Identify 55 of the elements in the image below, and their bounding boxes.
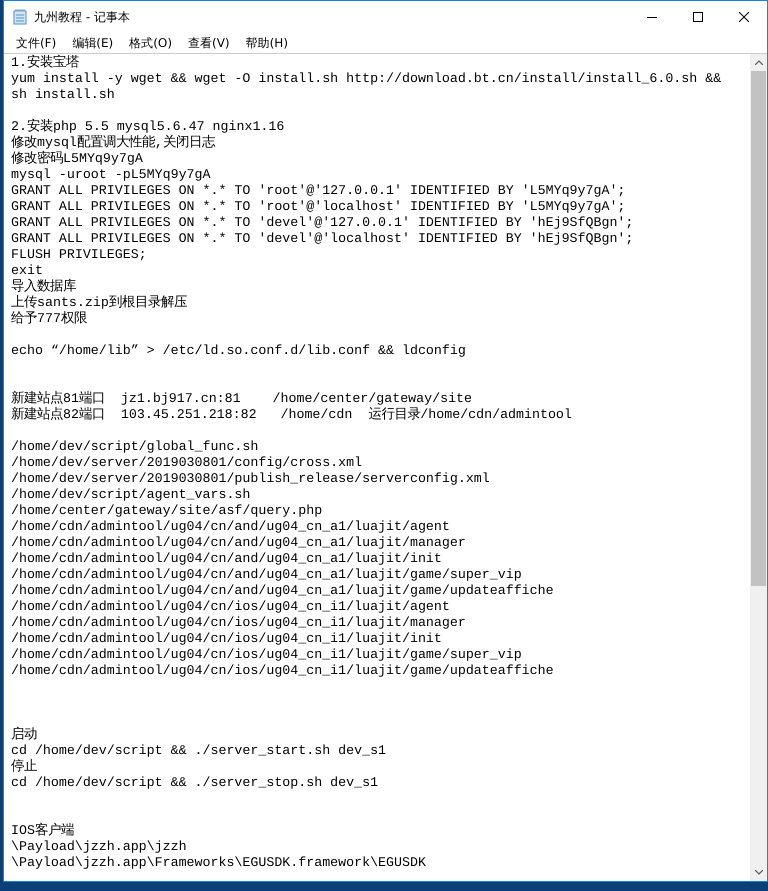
text-line: \Payload\jzzh.app\Frameworks\EGUSDK.framework\EGUSDK bbox=[11, 855, 426, 871]
text-line: cd /home/dev/script && ./server_start.sh dev_s1 bbox=[11, 743, 386, 758]
menu-item[interactable]: 编辑(E) bbox=[64, 33, 122, 53]
text-line: 上传sants.zip到根目录解压 bbox=[11, 295, 187, 311]
text-line: 新建站点81端口 jz1.bj917.cn:81 /home/center/gateway/site bbox=[11, 391, 472, 406]
menu-item[interactable]: 查看(V) bbox=[180, 33, 238, 53]
text-line: GRANT ALL PRIVILEGES ON *.* TO 'devel'@'localhost' IDENTIFIED BY 'hEj9SfQBgn'; bbox=[11, 231, 634, 247]
text-line: GRANT ALL PRIVILEGES ON *.* TO 'root'@'127.0.0.1' IDENTIFIED BY 'L5MYq9y7gA'; bbox=[11, 183, 626, 199]
text-line: /home/cdn/admintool/ug04/cn/ios/ug04_cn_i1/luajit/game/updateaffiche bbox=[11, 663, 554, 679]
scroll-thumb[interactable] bbox=[751, 71, 766, 586]
menu-item[interactable]: 文件(F) bbox=[8, 33, 64, 53]
text-line: cd /home/dev/script && ./server_stop.sh dev_s1 bbox=[11, 775, 378, 791]
text-line: /home/cdn/admintool/ug04/cn/and/ug04_cn_a1/luajit/agent bbox=[11, 519, 450, 535]
window-title: 九州教程 - 记事本 bbox=[34, 9, 131, 26]
text-line: /home/cdn/admintool/ug04/cn/and/ug04_cn_a1/luajit/game/updateaffiche bbox=[11, 583, 554, 599]
text-line: FLUSH PRIVILEGES; bbox=[11, 247, 147, 263]
text-line: GRANT ALL PRIVILEGES ON *.* TO 'devel'@'127.0.0.1' IDENTIFIED BY 'hEj9SfQBgn'; bbox=[11, 215, 634, 231]
text-line: 修改mysql配置调大性能,关闭日志 bbox=[11, 135, 215, 150]
text-line: GRANT ALL PRIVILEGES ON *.* TO 'root'@'localhost' IDENTIFIED BY 'L5MYq9y7gA'; bbox=[11, 199, 626, 215]
menu-item[interactable]: 帮助(H) bbox=[238, 33, 296, 53]
notepad-icon bbox=[12, 9, 28, 25]
text-line: 新建站点82端口 103.45.251.218:82 /home/cdn 运行目录/home/cdn/admintool bbox=[11, 407, 572, 423]
text-line: yum install -y wget && wget -O install.sh http://download.bt.cn/install/install_6.0.sh && bbox=[11, 71, 722, 87]
text-line: /home/cdn/admintool/ug04/cn/ios/ug04_cn_i1/luajit/agent bbox=[11, 599, 450, 615]
text-line: /home/cdn/admintool/ug04/cn/and/ug04_cn_a1/luajit/manager bbox=[11, 535, 466, 551]
text-line: mysql -uroot -pL5MYq9y7gA bbox=[11, 167, 210, 183]
text-line: /home/cdn/admintool/ug04/cn/ios/ug04_cn_i1/luajit/manager bbox=[11, 615, 466, 631]
scroll-up-icon bbox=[754, 60, 762, 65]
text-line: /home/dev/script/agent_vars.sh bbox=[11, 487, 250, 503]
text-line: 停止 bbox=[11, 759, 37, 775]
close-icon bbox=[739, 12, 749, 22]
text-line: /home/cdn/admintool/ug04/cn/ios/ug04_cn_i1/luajit/init bbox=[11, 631, 442, 647]
text-line: \Payload\jzzh.app\jzzh bbox=[11, 839, 187, 855]
text-line: 导入数据库 bbox=[11, 279, 76, 294]
text-line: 修改密码L5MYq9y7gA bbox=[11, 151, 143, 167]
text-line: 2.安装php 5.5 mysql5.6.47 nginx1.16 bbox=[11, 119, 284, 134]
text-line: /home/dev/script/global_func.sh bbox=[11, 439, 258, 455]
text-line: echo “/home/lib” > /etc/ld.so.conf.d/lib.conf && ldconfig bbox=[11, 343, 466, 359]
scroll-down-icon bbox=[754, 870, 762, 875]
maximize-icon bbox=[693, 12, 703, 22]
text-line: /home/dev/server/2019030801/config/cross.xml bbox=[11, 455, 362, 471]
scrollbar[interactable] bbox=[750, 54, 767, 881]
text-line: /home/dev/server/2019030801/publish_release/serverconfig.xml bbox=[11, 471, 490, 487]
text-line: 1.安装宝塔 bbox=[11, 55, 79, 71]
menu-item[interactable]: 格式(O) bbox=[121, 33, 180, 53]
minimize-icon bbox=[647, 16, 657, 18]
text-line: /home/cdn/admintool/ug04/cn/ios/ug04_cn_i1/luajit/game/super_vip bbox=[11, 647, 522, 663]
text-line: 给予777权限 bbox=[11, 311, 87, 327]
text-line: 启动 bbox=[11, 727, 37, 743]
text-line: exit bbox=[11, 263, 43, 278]
text-line: /home/center/gateway/site/asf/query.php bbox=[11, 503, 322, 519]
text-line: sh install.sh bbox=[11, 87, 115, 103]
text-line: /home/cdn/admintool/ug04/cn/and/ug04_cn_a1/luajit/game/super_vip bbox=[11, 567, 522, 583]
text-line: /home/cdn/admintool/ug04/cn/and/ug04_cn_a1/luajit/init bbox=[11, 551, 442, 567]
text-line: IOS客户端 bbox=[11, 823, 74, 839]
